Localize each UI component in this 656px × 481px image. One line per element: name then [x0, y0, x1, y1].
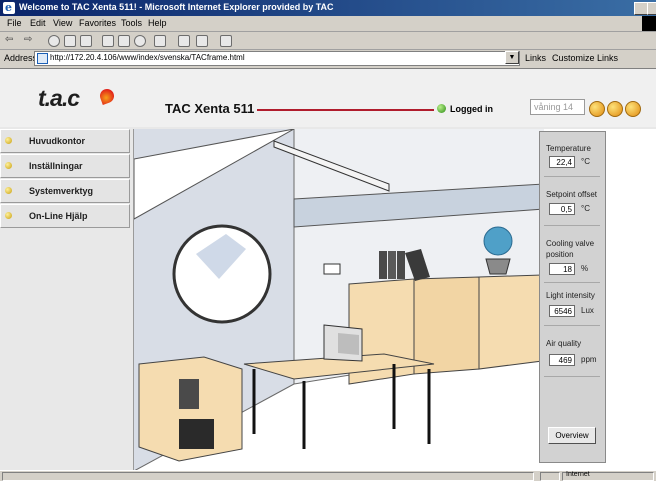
menu-view[interactable]: View [53, 18, 72, 28]
bullet-icon [5, 212, 12, 219]
menu-edit[interactable]: Edit [30, 18, 46, 28]
setpoint-label: Setpoint offset [546, 190, 597, 199]
light-label: Light intensity [546, 291, 595, 300]
login-status: Logged in [450, 104, 493, 114]
sidebar-item-huvudkontor[interactable]: Huvudkontor [0, 129, 130, 153]
page-header: t.a.c TAC Xenta 511 Logged in våning 14 [0, 69, 656, 127]
temperature-value: 22,4 [549, 156, 575, 168]
separator [544, 176, 600, 177]
plant-pot [485, 258, 511, 275]
menu-bar: File Edit View Favorites Tools Help [0, 16, 656, 32]
window-titlebar: e Welcome to TAC Xenta 511! - Microsoft … [0, 0, 656, 16]
ie-icon: e [3, 1, 15, 14]
flame-icon [98, 87, 116, 105]
cooling-label: Cooling valve [546, 239, 595, 248]
forward-icon[interactable]: ⇨ [24, 34, 32, 45]
air-value: 469 [549, 354, 575, 366]
maximize-button[interactable] [647, 2, 656, 15]
sidebar-item-label: On-Line Hjälp [29, 211, 88, 221]
separator [544, 225, 600, 226]
ie-icon-glyph: e [5, 1, 12, 14]
setpoint-unit: °C [581, 204, 590, 213]
logo-text: t.a.c [38, 85, 80, 111]
header-divider [257, 109, 434, 111]
bullet-icon [5, 187, 12, 194]
favorites-icon[interactable] [118, 35, 130, 47]
light-unit: Lux [581, 306, 594, 315]
plant-icon [483, 226, 513, 256]
sidebar-item-installningar[interactable]: Inställningar [0, 154, 130, 178]
page-content: t.a.c TAC Xenta 511 Logged in våning 14 … [0, 68, 656, 472]
sidebar-item-label: Huvudkontor [29, 136, 85, 146]
product-name: TAC Xenta 511 [165, 101, 255, 116]
sidebar-item-online-help[interactable]: On-Line Hjälp [0, 204, 130, 228]
separator [544, 325, 600, 326]
settings-icon[interactable] [607, 101, 623, 117]
print-icon[interactable] [178, 35, 190, 47]
user-field[interactable]: våning 14 [530, 99, 585, 115]
mail-icon[interactable] [154, 35, 166, 47]
temperature-unit: °C [581, 157, 590, 166]
menu-tools[interactable]: Tools [121, 18, 142, 28]
address-bar: Address http://172.20.4.106/www/index/sv… [0, 50, 656, 67]
menu-help[interactable]: Help [148, 18, 167, 28]
sidebar-item-label: Inställningar [29, 161, 83, 171]
discuss-icon[interactable] [220, 35, 232, 47]
edit-icon[interactable] [196, 35, 208, 47]
links-label[interactable]: Links [525, 53, 546, 63]
minimize-button[interactable] [634, 2, 648, 15]
bullet-icon [5, 162, 12, 169]
cooling-label-2: position [546, 250, 574, 259]
readout-panel: Temperature 22,4 °C Setpoint offset 0,5 … [539, 131, 606, 463]
history-icon[interactable] [134, 35, 146, 47]
refresh-icon[interactable] [64, 35, 76, 47]
zone-label: Internet [566, 471, 590, 478]
page-icon [37, 53, 48, 64]
window-title: Welcome to TAC Xenta 511! - Microsoft In… [19, 2, 334, 12]
address-dropdown-icon[interactable]: ▼ [505, 51, 519, 64]
back-icon[interactable]: ⇦ [5, 34, 13, 45]
status-progress [540, 472, 560, 481]
status-text [2, 472, 534, 481]
cooling-unit: % [581, 264, 589, 273]
separator [544, 376, 600, 377]
menu-favorites[interactable]: Favorites [79, 18, 116, 28]
logout-icon[interactable] [589, 101, 605, 117]
help-icon[interactable] [625, 101, 641, 117]
tac-logo: t.a.c [38, 85, 116, 112]
toolbar: ⇦ ⇨ [0, 32, 656, 50]
address-label: Address [4, 53, 38, 63]
address-url: http://172.20.4.106/www/index/svenska/TA… [50, 53, 245, 62]
home-icon[interactable] [80, 35, 92, 47]
light-value: 6546 [549, 305, 575, 317]
search-icon[interactable] [102, 35, 114, 47]
temperature-label: Temperature [546, 144, 591, 153]
air-unit: ppm [581, 355, 597, 364]
separator [544, 282, 600, 283]
sidebar: Huvudkontor Inställningar Systemverktyg … [0, 129, 130, 229]
bullet-icon [5, 137, 12, 144]
menu-file[interactable]: File [7, 18, 22, 28]
stop-icon[interactable] [48, 35, 60, 47]
status-led-icon [437, 104, 446, 113]
overview-button[interactable]: Overview [548, 427, 596, 444]
setpoint-value: 0,5 [549, 203, 575, 215]
sidebar-item-label: Systemverktyg [29, 186, 94, 196]
cooling-value: 18 [549, 263, 575, 275]
windows-logo-icon [642, 16, 656, 31]
customize-links-button[interactable]: Customize Links [552, 53, 618, 63]
address-input[interactable]: http://172.20.4.106/www/index/svenska/TA… [34, 51, 520, 66]
air-label: Air quality [546, 339, 582, 348]
sidebar-item-systemverktyg[interactable]: Systemverktyg [0, 179, 130, 203]
